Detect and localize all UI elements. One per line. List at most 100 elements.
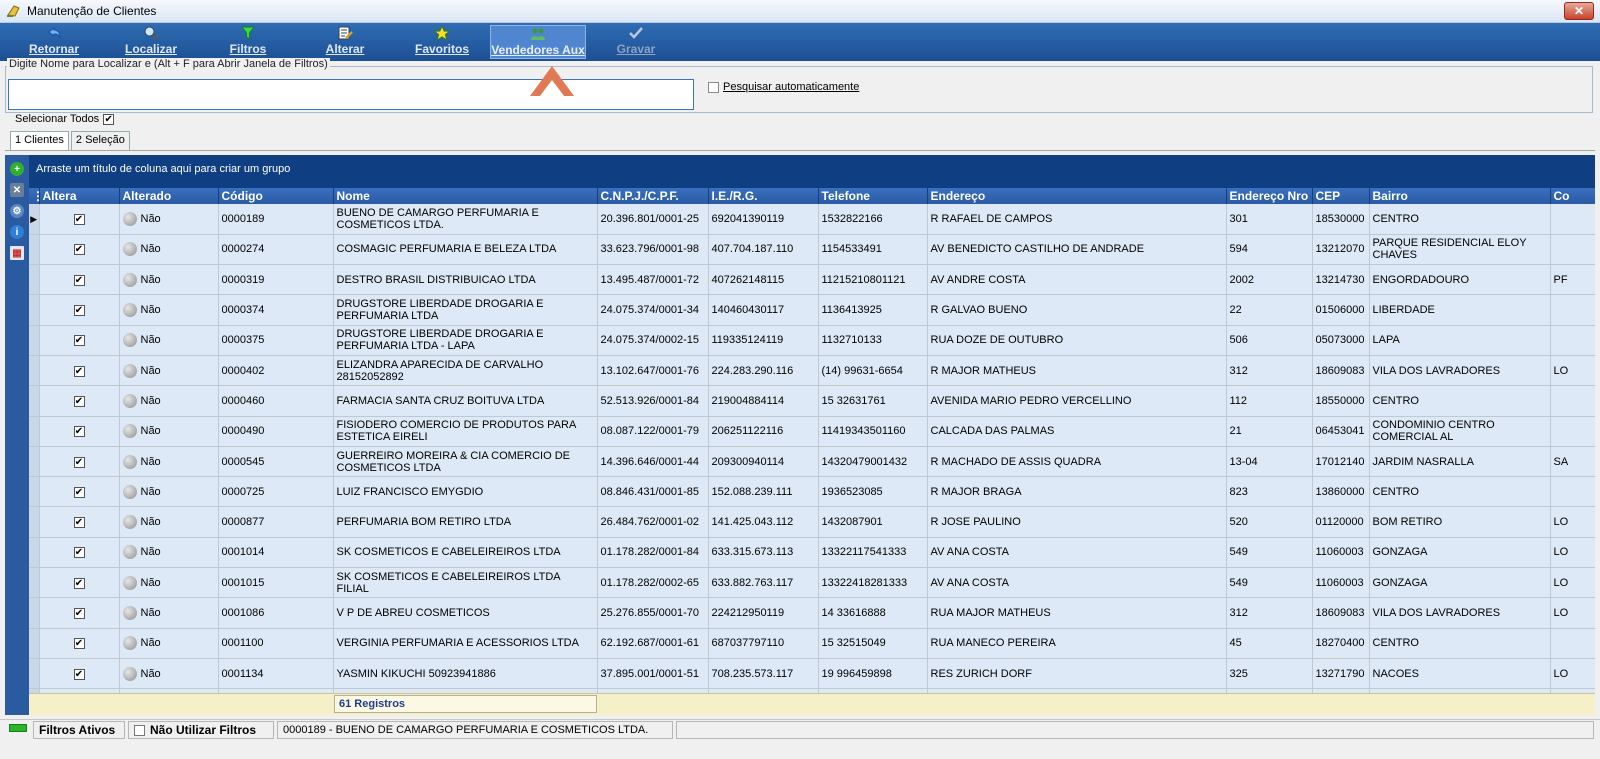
cell-cep[interactable]: 18270400 <box>1312 628 1370 659</box>
cell-endereco[interactable]: R GALVAO BUENO <box>927 294 1227 326</box>
altera-checkbox[interactable]: ✔ <box>73 577 85 589</box>
column-cep[interactable]: CEP <box>1312 188 1370 204</box>
cell-endereco[interactable]: AV ANDRE COSTA <box>927 264 1227 296</box>
cell-bairro[interactable]: CONDOMINIO CENTRO COMERCIAL AL <box>1369 416 1551 447</box>
cell-nome[interactable]: LUIZ FRANCISCO EMYGDIO <box>333 476 598 508</box>
cell-codigo[interactable]: 0001086 <box>218 597 334 629</box>
cell-bairro[interactable]: VILA DOS LAVRADORES <box>1369 355 1551 387</box>
cell-telefone[interactable]: 19 996459898 <box>818 658 928 690</box>
cell-cnpj[interactable]: 01.178.282/0001-84 <box>597 537 709 569</box>
cell-co[interactable] <box>1550 325 1595 356</box>
edit-button[interactable]: Alterar <box>322 25 368 59</box>
cell-endereco[interactable]: R RAFAEL DE CAMPOS <box>927 204 1227 235</box>
cell-cnpj[interactable]: 20.396.801/0001-25 <box>597 204 709 235</box>
cell-endereco-nro[interactable]: 823 <box>1226 476 1313 508</box>
row-indicator[interactable] <box>29 355 40 387</box>
altera-checkbox[interactable]: ✔ <box>73 456 85 468</box>
search-input[interactable] <box>8 79 694 110</box>
column-endereco-nro[interactable]: Endereço Nro <box>1226 188 1313 204</box>
column-co[interactable]: Co <box>1550 188 1595 204</box>
cell-endereco-nro[interactable]: 549 <box>1226 567 1313 599</box>
cell-codigo[interactable]: 0000402 <box>218 355 334 387</box>
cell-nome[interactable]: ELIZANDRA APARECIDA DE CARVALHO 28152052… <box>333 355 598 387</box>
cell-codigo[interactable]: 0000274 <box>218 234 334 266</box>
cell-endereco-nro[interactable]: 45 <box>1226 628 1313 659</box>
cell-telefone[interactable]: 1532822166 <box>818 204 928 235</box>
cell-codigo[interactable]: 0000490 <box>218 416 334 447</box>
add-icon[interactable]: + <box>10 162 24 176</box>
cell-ie[interactable]: 119335124119 <box>708 325 819 356</box>
cell-telefone[interactable]: 15 32631761 <box>818 385 928 417</box>
cell-telefone[interactable]: 11419343501160 <box>818 416 928 447</box>
cell-endereco-nro[interactable]: 325 <box>1226 658 1313 690</box>
cell-cep[interactable]: 18550000 <box>1312 385 1370 417</box>
cell-nome[interactable]: DRUGSTORE LIBERDADE DROGARIA E PERFUMARI… <box>333 325 598 356</box>
column-ie[interactable]: I.E./R.G. <box>708 188 819 204</box>
cell-endereco-nro[interactable]: 594 <box>1226 234 1313 266</box>
cell-co[interactable]: SA <box>1550 446 1595 478</box>
cell-bairro[interactable]: PARQUE RESIDENCIAL ELOY CHAVES <box>1369 234 1551 266</box>
cell-bairro[interactable]: CENTRO <box>1369 476 1551 508</box>
column-codigo[interactable]: Código <box>218 188 334 204</box>
row-indicator[interactable] <box>29 416 40 447</box>
cell-bairro[interactable]: ENGORDADOURO <box>1369 264 1551 296</box>
altera-checkbox[interactable]: ✔ <box>73 517 85 529</box>
row-indicator[interactable] <box>29 294 40 326</box>
cell-ie[interactable]: 219004884114 <box>708 385 819 417</box>
cell-codigo[interactable]: 0000725 <box>218 476 334 508</box>
cell-endereco-nro[interactable]: 301 <box>1226 204 1313 235</box>
cell-cep[interactable]: 18530000 <box>1312 204 1370 235</box>
altera-checkbox[interactable]: ✔ <box>73 668 85 680</box>
tab-clients[interactable]: 1 Clientes <box>10 131 69 151</box>
cell-nome[interactable]: VERGINIA PERFUMARIA E ACESSORIOS LTDA <box>333 628 598 659</box>
cell-codigo[interactable]: 0001014 <box>218 537 334 569</box>
cell-endereco-nro[interactable]: 22 <box>1226 294 1313 326</box>
cell-altera[interactable]: ✔ <box>39 597 120 629</box>
cell-nome[interactable]: DRUGSTORE LIBERDADE DROGARIA E PERFUMARI… <box>333 294 598 326</box>
tab-selection[interactable]: 2 Seleção <box>70 131 130 151</box>
table-row[interactable]: ✔ Não 0000725 LUIZ FRANCISCO EMYGDIO 08.846.… <box>29 476 1595 508</box>
cell-co[interactable]: LO <box>1550 567 1595 599</box>
cell-co[interactable] <box>1550 294 1595 326</box>
cell-endereco[interactable]: R JOSE PAULINO <box>927 506 1227 538</box>
cell-codigo[interactable]: 0000375 <box>218 325 334 356</box>
altera-checkbox[interactable]: ✔ <box>73 395 85 407</box>
cell-cep[interactable]: 05073000 <box>1312 325 1370 356</box>
cell-endereco[interactable]: AVENIDA MARIO PEDRO VERCELLINO <box>927 385 1227 417</box>
cell-bairro[interactable]: CENTRO <box>1369 204 1551 235</box>
cell-endereco-nro[interactable]: 2002 <box>1226 264 1313 296</box>
table-row[interactable]: ✔ Não 0001015 SK COSMETICOS E CABELEIREIROS… <box>29 567 1595 599</box>
cell-endereco-nro[interactable]: 520 <box>1226 506 1313 538</box>
cell-altera[interactable]: ✔ <box>39 658 120 690</box>
cell-endereco[interactable]: R MAJOR MATHEUS <box>927 355 1227 387</box>
cell-codigo[interactable]: 0000319 <box>218 264 334 296</box>
cell-codigo[interactable]: 0001015 <box>218 567 334 599</box>
cell-bairro[interactable]: BOM RETIRO <box>1369 506 1551 538</box>
altera-checkbox[interactable]: ✔ <box>73 426 85 438</box>
row-indicator[interactable] <box>29 264 40 296</box>
cell-altera[interactable]: ✔ <box>39 506 120 538</box>
row-indicator[interactable] <box>29 446 40 478</box>
table-row[interactable]: ✔ Não 0001086 V P DE ABREU COSMETICOS 25.276… <box>29 597 1595 629</box>
cell-bairro[interactable]: JARDIM NASRALLA <box>1369 446 1551 478</box>
return-button[interactable]: Retornar <box>26 25 82 59</box>
cell-endereco[interactable]: AV BENEDICTO CASTILHO DE ANDRADE <box>927 234 1227 266</box>
cell-ie[interactable]: 407262148115 <box>708 264 819 296</box>
cell-cep[interactable]: 01120000 <box>1312 506 1370 538</box>
cell-nome[interactable]: DESTRO BRASIL DISTRIBUICAO LTDA <box>333 264 598 296</box>
cell-ie[interactable]: 206251122116 <box>708 416 819 447</box>
cell-endereco-nro[interactable]: 21 <box>1226 416 1313 447</box>
altera-checkbox[interactable]: ✔ <box>73 244 85 256</box>
table-row[interactable]: ✔ Não 0000319 DESTRO BRASIL DISTRIBUICAO LT… <box>29 264 1595 296</box>
altera-checkbox[interactable]: ✔ <box>73 274 85 286</box>
cell-cep[interactable]: 13271790 <box>1312 658 1370 690</box>
cell-altera[interactable]: ✔ <box>39 234 120 266</box>
aux-sellers-button[interactable]: Vendedores Aux <box>490 25 586 59</box>
cell-nome[interactable]: V P DE ABREU COSMETICOS <box>333 597 598 629</box>
cell-cnpj[interactable]: 62.192.687/0001-61 <box>597 628 709 659</box>
cell-endereco[interactable]: R MACHADO DE ASSIS QUADRA <box>927 446 1227 478</box>
cell-endereco[interactable]: AV ANA COSTA <box>927 537 1227 569</box>
no-filters-option[interactable]: Não Utilizar Filtros <box>128 721 274 739</box>
cell-cnpj[interactable]: 13.495.487/0001-72 <box>597 264 709 296</box>
cell-nome[interactable]: COSMAGIC PERFUMARIA E BELEZA LTDA <box>333 234 598 266</box>
